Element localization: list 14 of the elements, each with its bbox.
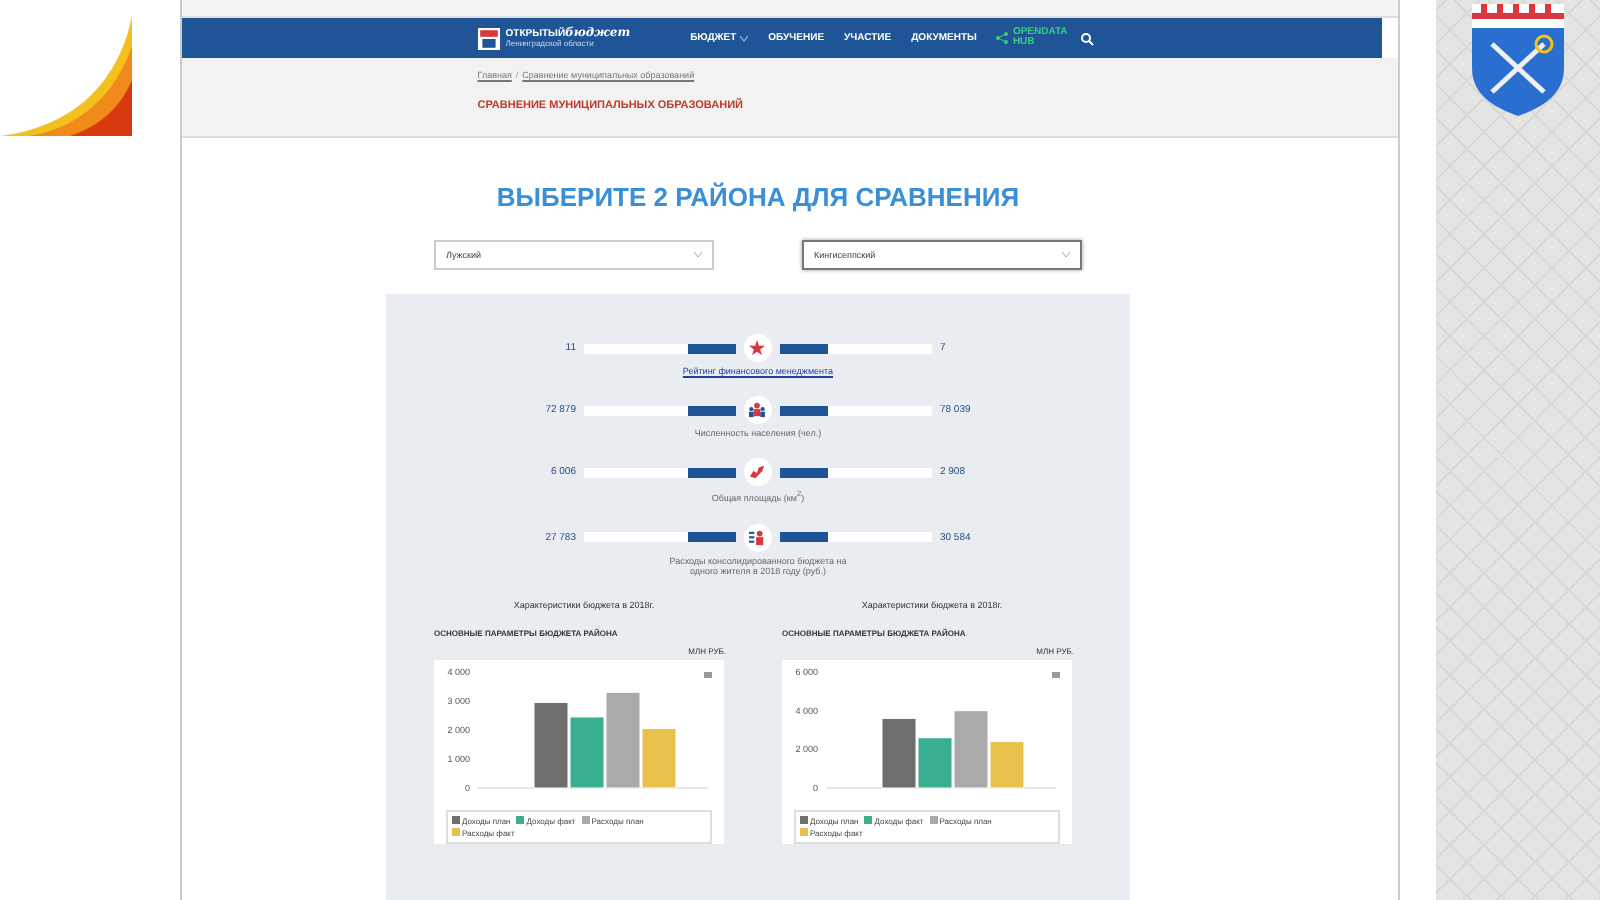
menu-icon[interactable]	[703, 671, 712, 677]
chevron-down-icon	[1061, 252, 1070, 258]
comparison-heading: ВЫБЕРИТЕ 2 РАЙОНА ДЛЯ СРАВНЕНИЯ	[494, 182, 1022, 212]
search-icon[interactable]	[1080, 31, 1095, 45]
swoosh-logo-drawing	[0, 16, 136, 136]
menu-icon[interactable]	[1051, 671, 1060, 677]
caret-icon	[740, 35, 749, 41]
star-icon	[748, 340, 767, 356]
person-coins-icon	[748, 529, 767, 545]
chevron-down-icon	[693, 252, 702, 258]
map-icon	[748, 464, 767, 480]
logo-icon[interactable]	[477, 27, 500, 49]
people-icon	[748, 402, 767, 418]
share-icon	[996, 32, 1009, 44]
